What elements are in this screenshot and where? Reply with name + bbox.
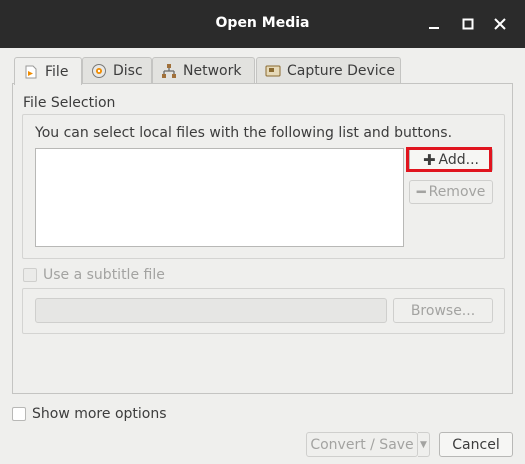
tab-network-label: Network: [183, 62, 242, 79]
subtitle-checkbox-label: Use a subtitle file: [43, 267, 165, 283]
show-more-options-label: Show more options: [32, 406, 167, 422]
file-selection-heading: File Selection: [23, 95, 116, 111]
disc-icon: [91, 63, 107, 79]
tab-network[interactable]: Network: [152, 57, 255, 83]
tab-capture-device[interactable]: Capture Device: [256, 57, 401, 83]
browse-button-label: Browse...: [410, 302, 476, 319]
subtitle-checkbox[interactable]: [23, 268, 37, 282]
convert-save-button[interactable]: Convert / Save: [306, 432, 418, 457]
window-title: Open Media: [215, 15, 310, 31]
tab-disc-label: Disc: [113, 62, 143, 79]
cancel-button[interactable]: Cancel: [439, 432, 513, 457]
cancel-button-label: Cancel: [452, 436, 500, 453]
remove-button-label: Remove: [428, 184, 486, 200]
add-button-label: Add...: [438, 152, 480, 168]
show-more-options-row[interactable]: Show more options: [12, 406, 167, 422]
subtitle-file-input[interactable]: [35, 298, 387, 323]
tab-capture-device-label: Capture Device: [287, 62, 395, 79]
tab-disc[interactable]: Disc: [82, 57, 152, 83]
file-icon: [23, 64, 39, 80]
capture-device-icon: [265, 63, 281, 79]
close-icon[interactable]: [490, 14, 510, 34]
show-more-options-checkbox[interactable]: [12, 407, 26, 421]
convert-save-label: Convert / Save: [310, 436, 414, 453]
maximize-icon[interactable]: [458, 14, 478, 34]
minimize-icon[interactable]: [424, 14, 444, 34]
network-icon: [161, 63, 177, 79]
minus-icon: ━: [416, 183, 426, 201]
add-button[interactable]: ✚ Add...: [409, 148, 493, 172]
tab-file[interactable]: File: [14, 57, 82, 85]
file-selection-help-text: You can select local files with the foll…: [35, 125, 453, 141]
chevron-down-icon: ▼: [420, 439, 427, 450]
browse-button[interactable]: Browse...: [393, 298, 493, 323]
file-list[interactable]: [35, 148, 404, 247]
title-bar: Open Media: [0, 0, 525, 48]
remove-button[interactable]: ━ Remove: [409, 180, 493, 204]
tab-file-label: File: [45, 63, 69, 80]
plus-icon: ✚: [422, 151, 436, 169]
convert-dropdown-button[interactable]: ▼: [418, 432, 430, 457]
subtitle-checkbox-row[interactable]: Use a subtitle file: [23, 267, 165, 283]
